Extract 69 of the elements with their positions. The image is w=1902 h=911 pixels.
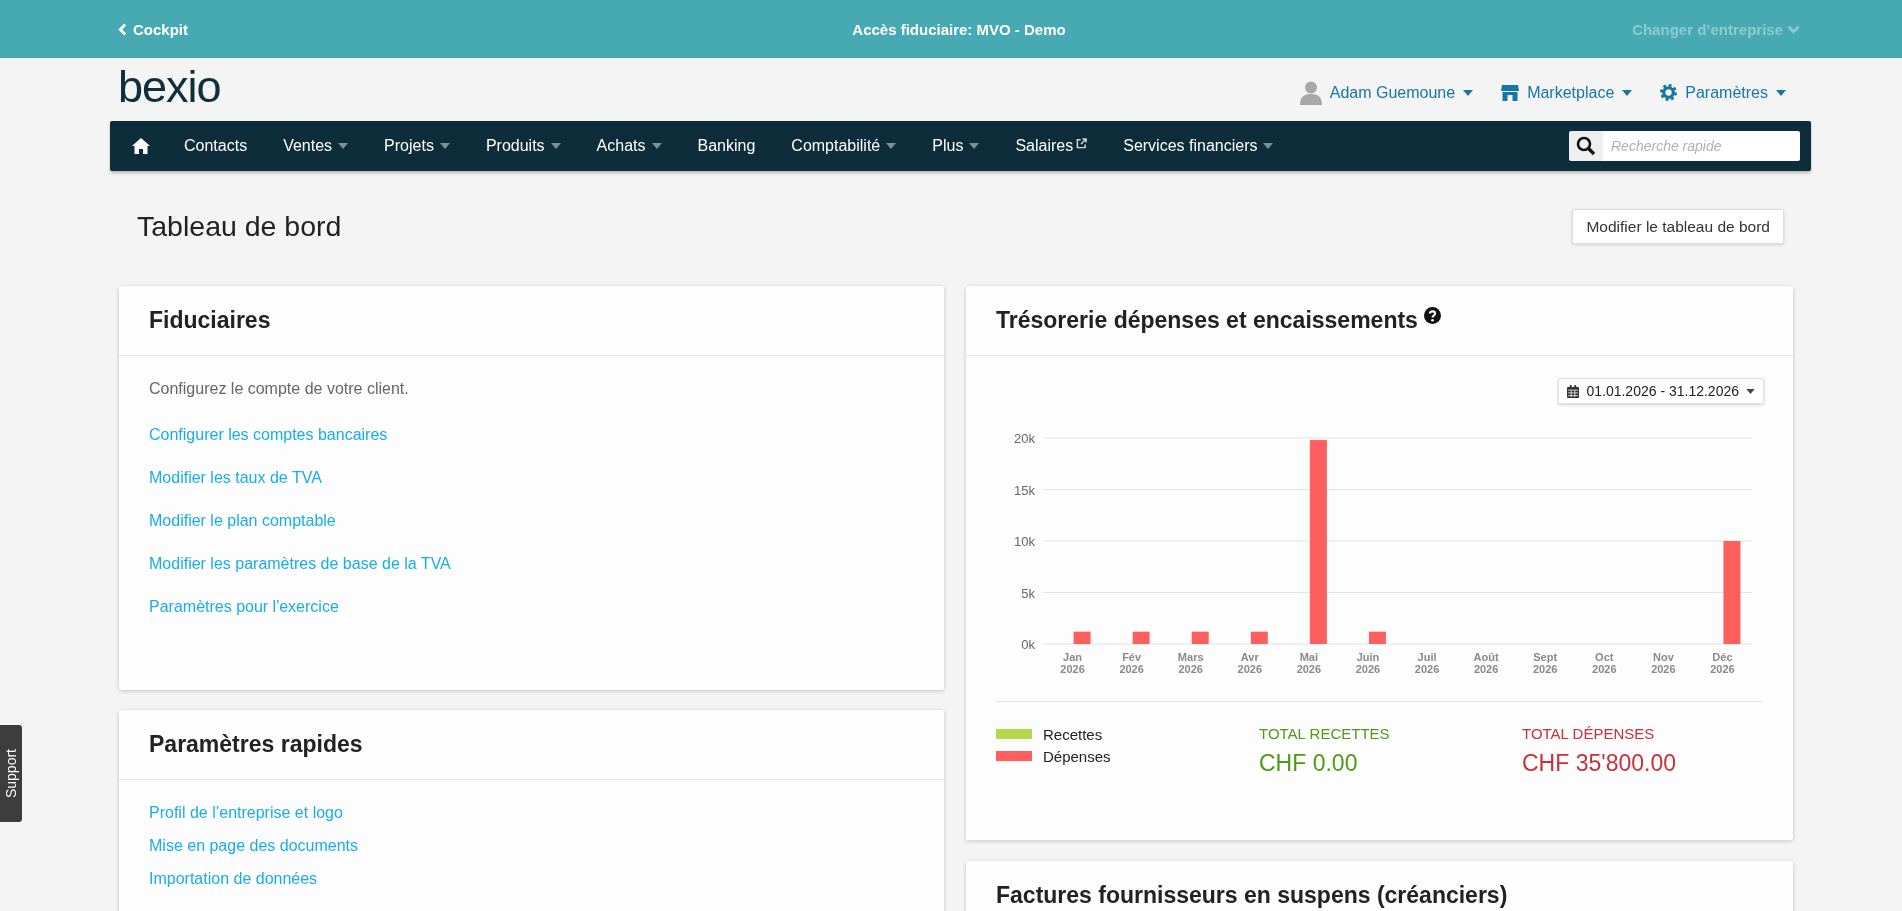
total-value: CHF 35'800.00 [1522, 749, 1677, 777]
home-icon [132, 138, 150, 154]
card-title: Paramètres rapides [149, 731, 363, 758]
legend-label: Recettes [1043, 725, 1103, 743]
card-title: Fiduciaires [149, 307, 271, 334]
caret-icon [1463, 89, 1474, 96]
nav-item[interactable]: Services financiers [1105, 121, 1292, 171]
caret-icon [338, 143, 349, 149]
context-title: Accès fiduciaire: MVO - Demo [852, 20, 1066, 38]
caret-icon [550, 143, 561, 149]
axis-label: 20k [1014, 431, 1035, 446]
page-title: Tableau de bord [137, 210, 342, 243]
calendar-icon [1567, 384, 1580, 398]
nav-item[interactable]: Plus [914, 121, 998, 171]
search-icon[interactable] [1569, 131, 1603, 161]
header-menu[interactable]: Paramètres [1660, 83, 1786, 102]
header-menu[interactable]: Adam Guemoune [1299, 80, 1474, 105]
axis-label: Oct 2026 [1592, 651, 1617, 675]
external-link-icon [1076, 137, 1088, 149]
axis-label: 5k [1021, 585, 1035, 601]
user-icon [1299, 80, 1322, 105]
axis-label: 10k [1014, 534, 1035, 549]
help-icon[interactable] [1423, 307, 1441, 324]
caret-icon [886, 143, 897, 149]
nav-item[interactable]: Ventes [265, 121, 367, 171]
total-label: TOTAL DÉPENSES [1522, 725, 1656, 743]
caret-icon [439, 143, 450, 149]
nav-item[interactable]: Comptabilité [773, 121, 915, 171]
search-field[interactable]: Recherche rapide [1603, 131, 1800, 161]
axis-label: Mars 2026 [1177, 651, 1204, 675]
edit-dashboard-button[interactable]: Modifier le tableau de bord [1572, 209, 1784, 244]
axis-label: Nov 2026 [1651, 651, 1676, 675]
caret-icon [1746, 388, 1755, 394]
nav-item[interactable]: Produits [467, 121, 579, 171]
axis-label: Jan 2026 [1060, 651, 1085, 675]
axis-label: Août 2026 [1473, 651, 1499, 675]
axis-label: Juil 2026 [1414, 651, 1440, 675]
caret-icon [651, 143, 662, 149]
axis-label: Déc 2026 [1710, 651, 1735, 675]
caret-icon [1622, 89, 1633, 96]
date-range-button[interactable]: 01.01.2026 - 31.12.2026 [1558, 378, 1764, 404]
nav-item[interactable]: Banking [679, 121, 774, 171]
support-tab[interactable]: Support [0, 725, 22, 822]
card-title: Trésorerie dépenses et encaissements [996, 307, 1418, 334]
card-intro: Configurez le compte de votre client. [149, 379, 409, 399]
caret-icon [969, 143, 980, 149]
nav-item[interactable]: Projets [366, 121, 468, 171]
axis-label: Sept 2026 [1532, 651, 1558, 675]
logo[interactable]: bexio [118, 64, 221, 109]
store-icon [1501, 84, 1520, 101]
axis-label: 15k [1014, 482, 1035, 498]
total-label: TOTAL RECETTES [1259, 725, 1391, 743]
axis-label: Avr 2026 [1237, 651, 1263, 675]
axis-label: Mai 2026 [1296, 651, 1322, 675]
chevron-left-icon [118, 22, 127, 36]
chevron-down-icon [1787, 24, 1800, 34]
axis-label: Juin 2026 [1355, 651, 1381, 675]
caret-icon [1263, 143, 1274, 149]
axis-label: Fév 2026 [1119, 651, 1144, 675]
header-menu[interactable]: Marketplace [1501, 83, 1633, 102]
axis-label: 0k [1021, 637, 1035, 652]
caret-icon [1776, 89, 1786, 96]
legend-label: Dépenses [1043, 747, 1111, 765]
card-title: Factures fournisseurs en suspens (créanciers) [996, 882, 1508, 909]
nav-item[interactable]: Contacts [166, 121, 266, 171]
total-value: CHF 0.00 [1259, 749, 1359, 777]
nav-item[interactable]: Salaires [997, 121, 1106, 171]
settings-icon [1660, 84, 1678, 101]
nav-item[interactable]: Achats [578, 121, 680, 171]
